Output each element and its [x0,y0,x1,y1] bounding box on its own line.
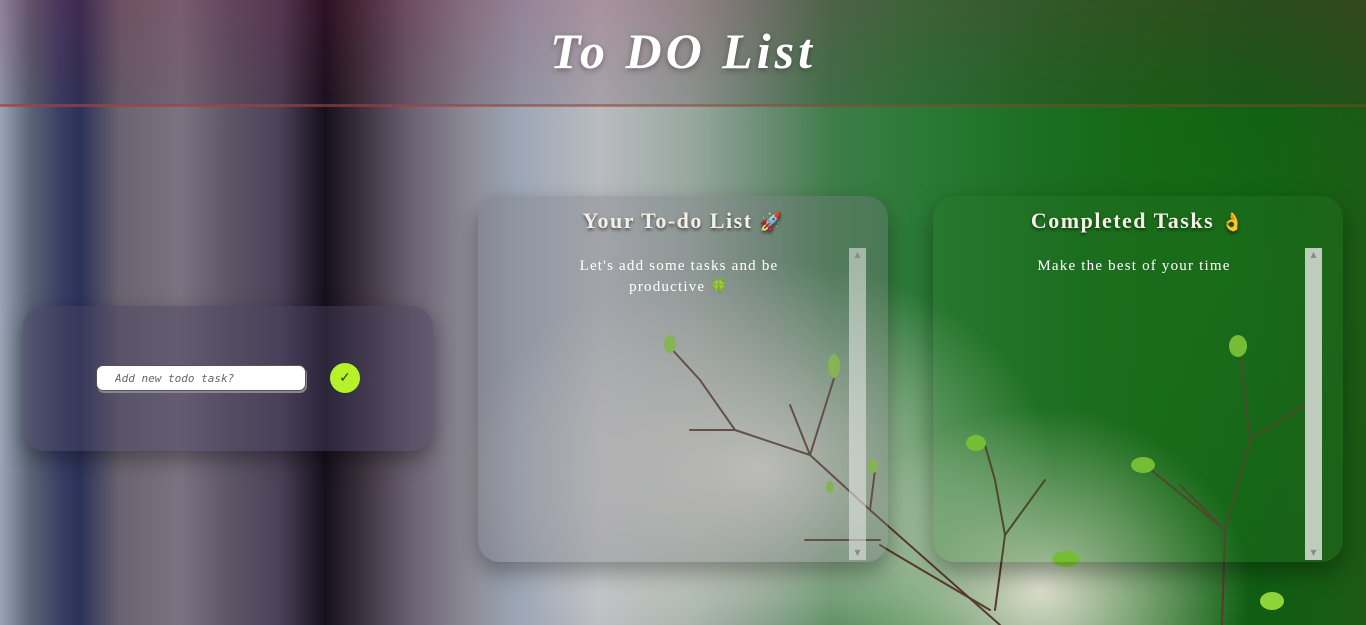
todo-empty-message: Let's add some tasks and be productive 🍀 [548,256,810,298]
new-task-input[interactable] [96,365,306,391]
done-heading-text: Completed Tasks [1030,208,1215,233]
triangle-up-icon[interactable]: ▲ [849,248,866,262]
ok-hand-icon: 👌 [1221,212,1246,233]
done-panel-heading: Completed Tasks 👌 [933,208,1343,234]
triangle-up-icon[interactable]: ▲ [1305,248,1322,262]
triangle-down-icon[interactable]: ▼ [849,546,866,560]
todo-panel-heading: Your To-do List 🚀 [478,208,888,234]
checkmark-icon: ✓ [339,370,351,386]
todo-scrollbar[interactable]: ▲ ▼ [849,248,866,560]
todo-heading-text: Your To-do List [582,208,753,233]
header-divider [0,104,1366,107]
page-title: To DO List [550,23,816,79]
rocket-icon: 🚀 [759,212,784,233]
done-empty-message: Make the best of your time [1037,258,1231,274]
completed-tasks-panel: Completed Tasks 👌 Make the best of your … [933,196,1343,562]
todo-list-panel: Your To-do List 🚀 Let's add some tasks a… [478,196,888,562]
triangle-down-icon[interactable]: ▼ [1305,546,1322,560]
done-scrollbar[interactable]: ▲ ▼ [1305,248,1322,560]
add-task-button[interactable]: ✓ [330,363,360,393]
add-task-card: ✓ [23,306,433,451]
todo-empty-text: Let's add some tasks and be productive [579,258,779,295]
clover-icon: 🍀 [710,279,729,295]
